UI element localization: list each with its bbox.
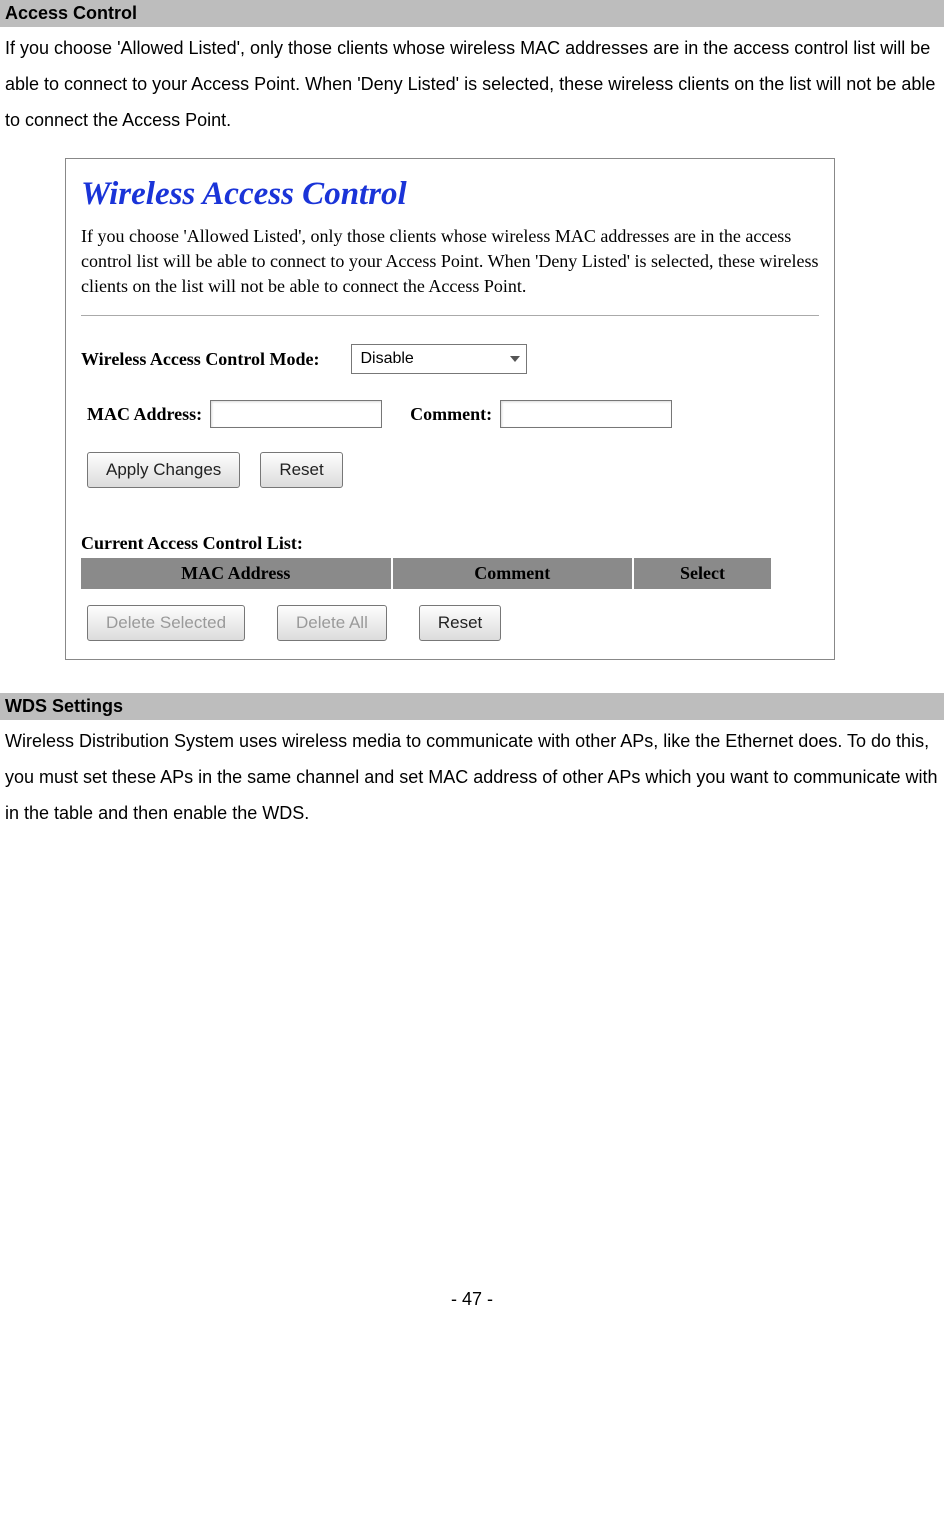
- mode-label: Wireless Access Control Mode:: [81, 348, 319, 371]
- mac-label: MAC Address:: [87, 403, 202, 426]
- table-header-mac: MAC Address: [81, 558, 392, 589]
- panel-description: If you choose 'Allowed Listed', only tho…: [81, 224, 819, 300]
- mac-comment-row: MAC Address: Comment:: [87, 400, 819, 428]
- comment-input[interactable]: [500, 400, 672, 428]
- chevron-down-icon: [510, 356, 520, 362]
- access-control-table: MAC Address Comment Select: [81, 558, 771, 589]
- mode-select[interactable]: Disable: [351, 344, 527, 374]
- current-list-label: Current Access Control List:: [81, 532, 819, 555]
- apply-changes-button[interactable]: Apply Changes: [87, 452, 240, 488]
- mac-input[interactable]: [210, 400, 382, 428]
- comment-label: Comment:: [410, 403, 492, 426]
- apply-reset-row: Apply Changes Reset: [87, 452, 819, 488]
- wireless-access-control-panel: Wireless Access Control If you choose 'A…: [65, 158, 835, 660]
- table-header-select: Select: [633, 558, 771, 589]
- delete-selected-button[interactable]: Delete Selected: [87, 605, 245, 641]
- table-header-row: MAC Address Comment Select: [81, 558, 771, 589]
- reset-list-button[interactable]: Reset: [419, 605, 501, 641]
- panel-title: Wireless Access Control: [81, 173, 819, 216]
- access-control-header: Access Control: [0, 0, 944, 27]
- delete-all-button[interactable]: Delete All: [277, 605, 387, 641]
- access-control-paragraph: If you choose 'Allowed Listed', only tho…: [0, 27, 944, 148]
- mode-select-value: Disable: [360, 349, 413, 370]
- wds-settings-header: WDS Settings: [0, 693, 944, 720]
- delete-reset-row: Delete Selected Delete All Reset: [87, 605, 819, 641]
- mode-row: Wireless Access Control Mode: Disable: [81, 344, 819, 374]
- reset-button[interactable]: Reset: [260, 452, 342, 488]
- table-header-comment: Comment: [392, 558, 634, 589]
- page-number: - 47 -: [0, 1281, 944, 1327]
- wds-settings-paragraph: Wireless Distribution System uses wirele…: [0, 720, 944, 841]
- divider: [81, 315, 819, 316]
